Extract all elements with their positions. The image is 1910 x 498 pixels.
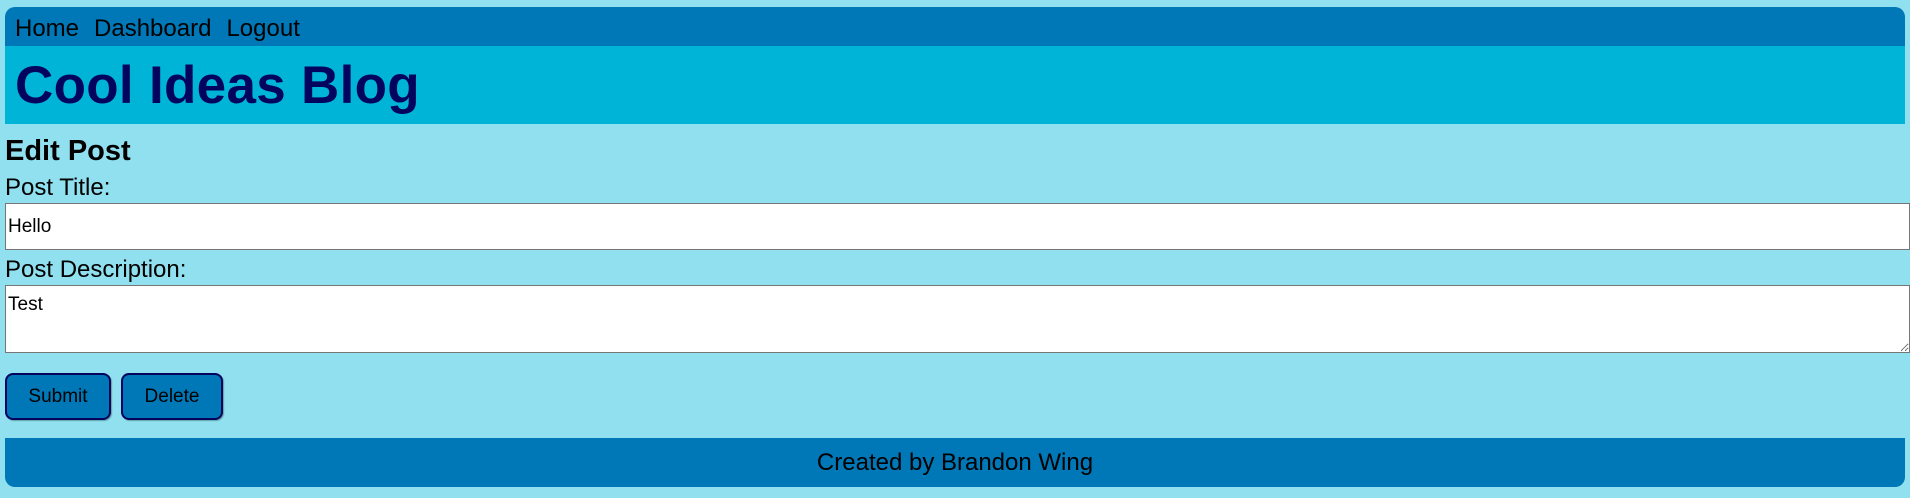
banner: Cool Ideas Blog [5,46,1905,124]
edit-post-form: Edit Post Post Title: Post Description: … [5,134,1910,421]
form-heading: Edit Post [5,135,131,167]
post-title-label: Post Title: [5,174,111,201]
post-description-label: Post Description: [5,256,187,283]
delete-button[interactable]: Delete [121,373,223,420]
nav-link-dashboard[interactable]: Dashboard [94,5,211,48]
post-title-input[interactable] [5,203,1910,250]
nav-bar: Home Dashboard Logout [5,7,1905,46]
footer-credit: Created by Brandon Wing [816,448,1094,476]
site-header: Home Dashboard Logout Cool Ideas Blog [5,7,1905,124]
page: Home Dashboard Logout Cool Ideas Blog Ed… [0,0,1910,498]
form-actions: Submit Delete [5,373,1910,421]
site-footer: Created by Brandon Wing [5,438,1905,487]
post-description-textarea[interactable]: Test [5,285,1910,353]
site-title: Cool Ideas Blog [15,55,420,115]
nav-link-home[interactable]: Home [15,5,79,48]
submit-button[interactable]: Submit [5,373,111,420]
nav-link-logout[interactable]: Logout [226,5,299,48]
